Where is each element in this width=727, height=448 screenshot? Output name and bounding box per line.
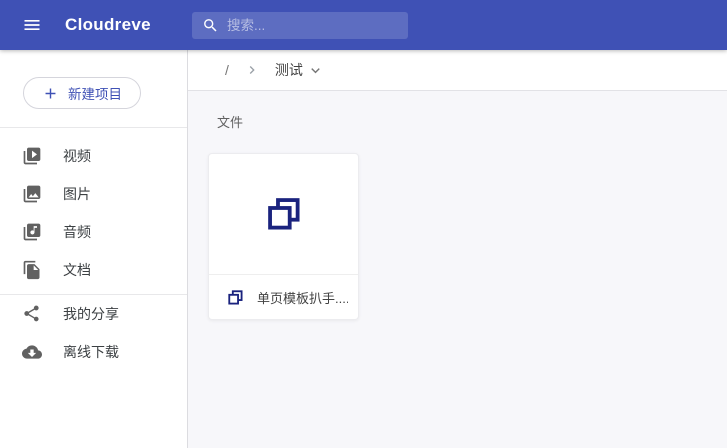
breadcrumb-current-folder[interactable]: 测试 [275, 60, 324, 80]
chevron-right-icon [244, 62, 260, 78]
app-bar: Cloudreve [0, 0, 727, 50]
search-box[interactable] [192, 12, 408, 39]
sidebar-item-label: 音频 [63, 224, 91, 240]
cloud-download-icon [22, 342, 42, 362]
sidebar-nav-secondary: 我的分享 离线下载 [0, 295, 187, 371]
documents-icon [22, 260, 42, 280]
new-item-button[interactable]: 新建项目 [23, 77, 141, 109]
sidebar-item-pictures[interactable]: 图片 [0, 175, 187, 213]
copy-file-icon [227, 289, 244, 306]
file-card-footer: 单页模板扒手.... [209, 275, 358, 319]
sidebar-item-label: 离线下载 [63, 344, 119, 360]
sidebar-item-label: 我的分享 [63, 306, 119, 322]
hamburger-icon [22, 15, 42, 35]
search-icon [192, 17, 219, 34]
new-item-button-label: 新建项目 [68, 87, 122, 102]
breadcrumb-current-label: 测试 [274, 62, 303, 78]
share-icon [22, 304, 42, 324]
breadcrumb-root-link[interactable]: / [225, 62, 229, 78]
music-library-icon [22, 222, 42, 242]
sidebar-item-offline-download[interactable]: 离线下载 [0, 333, 187, 371]
app-title: Cloudreve [65, 15, 151, 34]
video-library-icon [22, 146, 42, 166]
sidebar-item-audio[interactable]: 音频 [0, 213, 187, 251]
sidebar-item-my-shares[interactable]: 我的分享 [0, 295, 187, 333]
breadcrumb: / 测试 [188, 50, 727, 91]
file-name: 单页模板扒手.... [257, 290, 348, 306]
file-card[interactable]: 单页模板扒手.... [208, 153, 359, 320]
sidebar-item-documents[interactable]: 文档 [0, 251, 187, 289]
chevron-down-icon [307, 62, 324, 79]
photo-library-icon [22, 184, 42, 204]
sidebar: 新建项目 视频 图片 音频 文档 我的分享 离线下载 [0, 50, 188, 448]
files-section-label: 文件 [217, 115, 244, 130]
search-input[interactable] [227, 18, 397, 33]
plus-icon [42, 85, 59, 102]
sidebar-nav-main: 视频 图片 音频 文档 [0, 128, 187, 289]
copy-file-icon [265, 195, 303, 233]
sidebar-item-label: 视频 [63, 148, 91, 164]
main-area: / 测试 文件 单页模板扒手.... [188, 50, 727, 448]
file-browser-content: 文件 单页模板扒手.... [188, 91, 727, 448]
hamburger-menu-button[interactable] [20, 13, 44, 37]
sidebar-item-label: 图片 [63, 186, 91, 202]
sidebar-item-videos[interactable]: 视频 [0, 137, 187, 175]
file-card-preview [209, 154, 358, 274]
sidebar-item-label: 文档 [63, 262, 91, 278]
